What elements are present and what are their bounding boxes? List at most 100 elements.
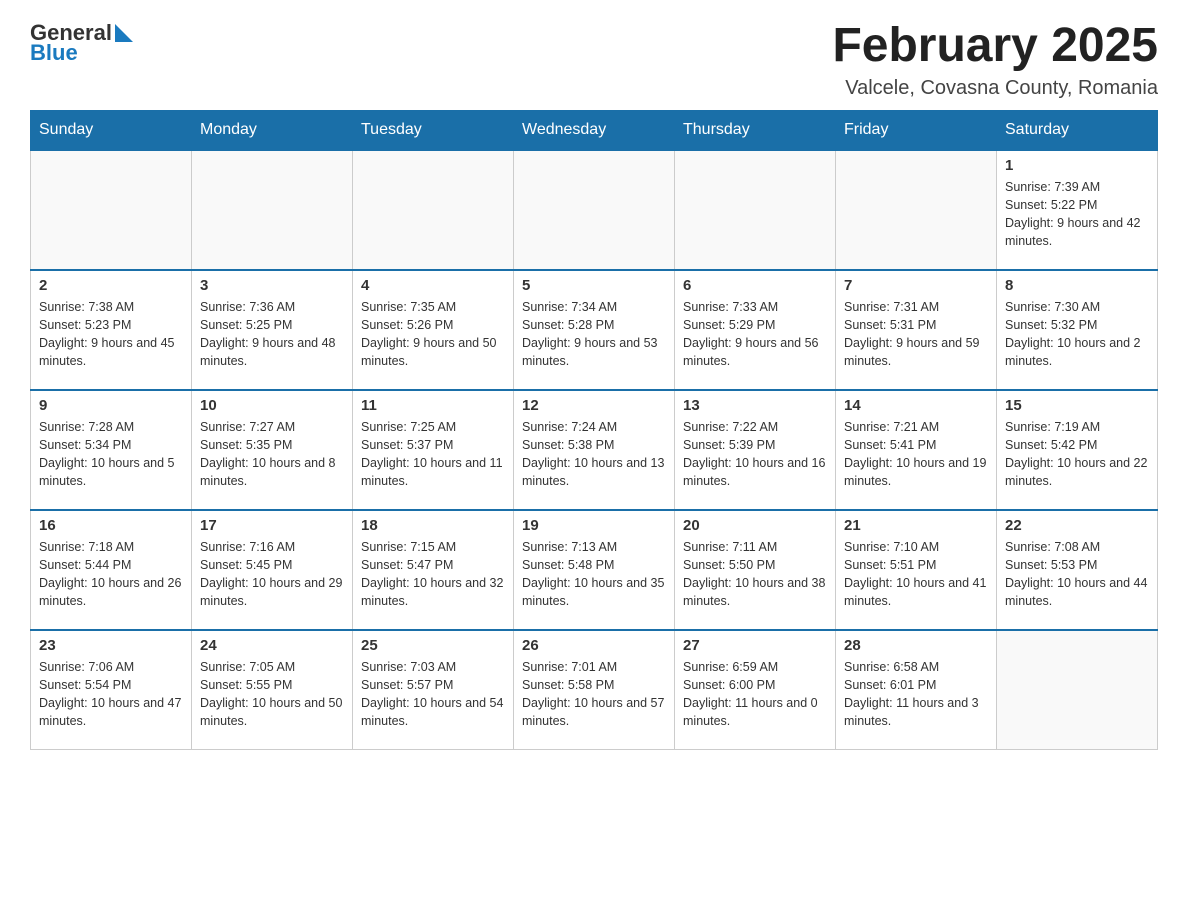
calendar-cell: 25Sunrise: 7:03 AM Sunset: 5:57 PM Dayli…	[353, 630, 514, 750]
day-number: 23	[39, 637, 183, 654]
calendar-cell: 28 Sunrise: 6:58 AM Sunset: 6:01 PM Dayli…	[836, 630, 997, 750]
day-number: 19	[522, 517, 666, 534]
calendar-cell: 19Sunrise: 7:13 AM Sunset: 5:48 PM Dayli…	[514, 510, 675, 630]
day-info: Sunrise: 7:01 AM Sunset: 5:58 PM Dayligh…	[522, 658, 666, 731]
day-info: Sunrise: 7:28 AM Sunset: 5:34 PM Dayligh…	[39, 418, 183, 491]
logo-blue-text: Blue	[30, 40, 78, 66]
day-number: 3	[200, 277, 344, 294]
calendar-cell: 24 Sunrise: 7:05 AM Sunset: 5:55 PM Dayli…	[192, 630, 353, 750]
calendar-cell: 26 Sunrise: 7:01 AM Sunset: 5:58 PM Dayli…	[514, 630, 675, 750]
day-number: 17	[200, 517, 344, 534]
day-of-week-header: Monday	[192, 110, 353, 150]
day-number: 26	[522, 637, 666, 654]
calendar-cell: 6 Sunrise: 7:33 AM Sunset: 5:29 PM Daylig…	[675, 270, 836, 390]
calendar-cell: 21 Sunrise: 7:10 AM Sunset: 5:51 PM Dayli…	[836, 510, 997, 630]
calendar-cell	[514, 150, 675, 270]
day-info: Sunrise: 7:25 AM Sunset: 5:37 PM Dayligh…	[361, 418, 505, 491]
day-info: Sunrise: 7:05 AM Sunset: 5:55 PM Dayligh…	[200, 658, 344, 731]
day-info: Sunrise: 7:33 AM Sunset: 5:29 PM Dayligh…	[683, 298, 827, 371]
calendar-cell: 1 Sunrise: 7:39 AM Sunset: 5:22 PM Daylig…	[997, 150, 1158, 270]
day-info: Sunrise: 7:06 AM Sunset: 5:54 PM Dayligh…	[39, 658, 183, 731]
day-number: 27	[683, 637, 827, 654]
day-info: Sunrise: 7:30 AM Sunset: 5:32 PM Dayligh…	[1005, 298, 1149, 371]
day-number: 16	[39, 517, 183, 534]
day-number: 15	[1005, 397, 1149, 414]
calendar-cell	[997, 630, 1158, 750]
calendar-week-row: 16 Sunrise: 7:18 AM Sunset: 5:44 PM Dayli…	[31, 510, 1158, 630]
day-number: 4	[361, 277, 505, 294]
calendar-week-row: 1 Sunrise: 7:39 AM Sunset: 5:22 PM Daylig…	[31, 150, 1158, 270]
calendar-cell: 12 Sunrise: 7:24 AM Sunset: 5:38 PM Dayli…	[514, 390, 675, 510]
calendar-week-row: 9Sunrise: 7:28 AM Sunset: 5:34 PM Daylig…	[31, 390, 1158, 510]
calendar-title: February 2025	[832, 20, 1158, 73]
day-info: Sunrise: 6:59 AM Sunset: 6:00 PM Dayligh…	[683, 658, 827, 731]
calendar-cell: 5Sunrise: 7:34 AM Sunset: 5:28 PM Daylig…	[514, 270, 675, 390]
calendar-cell: 13 Sunrise: 7:22 AM Sunset: 5:39 PM Dayli…	[675, 390, 836, 510]
calendar-cell: 3 Sunrise: 7:36 AM Sunset: 5:25 PM Daylig…	[192, 270, 353, 390]
page-header: General Blue February 2025 Valcele, Cova…	[30, 20, 1158, 100]
day-info: Sunrise: 7:39 AM Sunset: 5:22 PM Dayligh…	[1005, 178, 1149, 251]
day-number: 7	[844, 277, 988, 294]
day-number: 14	[844, 397, 988, 414]
day-number: 25	[361, 637, 505, 654]
day-info: Sunrise: 7:38 AM Sunset: 5:23 PM Dayligh…	[39, 298, 183, 371]
calendar-header-row: SundayMondayTuesdayWednesdayThursdayFrid…	[31, 110, 1158, 150]
day-info: Sunrise: 7:19 AM Sunset: 5:42 PM Dayligh…	[1005, 418, 1149, 491]
day-info: Sunrise: 7:36 AM Sunset: 5:25 PM Dayligh…	[200, 298, 344, 371]
day-number: 12	[522, 397, 666, 414]
logo: General Blue	[30, 20, 133, 66]
calendar-cell: 27 Sunrise: 6:59 AM Sunset: 6:00 PM Dayli…	[675, 630, 836, 750]
day-info: Sunrise: 7:15 AM Sunset: 5:47 PM Dayligh…	[361, 538, 505, 611]
calendar-cell: 20 Sunrise: 7:11 AM Sunset: 5:50 PM Dayli…	[675, 510, 836, 630]
day-info: Sunrise: 7:24 AM Sunset: 5:38 PM Dayligh…	[522, 418, 666, 491]
calendar-cell: 8 Sunrise: 7:30 AM Sunset: 5:32 PM Daylig…	[997, 270, 1158, 390]
day-info: Sunrise: 7:35 AM Sunset: 5:26 PM Dayligh…	[361, 298, 505, 371]
day-number: 13	[683, 397, 827, 414]
day-number: 20	[683, 517, 827, 534]
calendar-cell: 22 Sunrise: 7:08 AM Sunset: 5:53 PM Dayli…	[997, 510, 1158, 630]
day-number: 21	[844, 517, 988, 534]
day-info: Sunrise: 7:27 AM Sunset: 5:35 PM Dayligh…	[200, 418, 344, 491]
day-number: 10	[200, 397, 344, 414]
calendar-cell: 10 Sunrise: 7:27 AM Sunset: 5:35 PM Dayli…	[192, 390, 353, 510]
day-info: Sunrise: 6:58 AM Sunset: 6:01 PM Dayligh…	[844, 658, 988, 731]
calendar-cell: 18 Sunrise: 7:15 AM Sunset: 5:47 PM Dayli…	[353, 510, 514, 630]
calendar-week-row: 2 Sunrise: 7:38 AM Sunset: 5:23 PM Daylig…	[31, 270, 1158, 390]
calendar-cell: 7 Sunrise: 7:31 AM Sunset: 5:31 PM Daylig…	[836, 270, 997, 390]
day-info: Sunrise: 7:22 AM Sunset: 5:39 PM Dayligh…	[683, 418, 827, 491]
calendar-cell	[675, 150, 836, 270]
calendar-cell: 23 Sunrise: 7:06 AM Sunset: 5:54 PM Dayli…	[31, 630, 192, 750]
day-number: 24	[200, 637, 344, 654]
day-info: Sunrise: 7:08 AM Sunset: 5:53 PM Dayligh…	[1005, 538, 1149, 611]
calendar-week-row: 23 Sunrise: 7:06 AM Sunset: 5:54 PM Dayli…	[31, 630, 1158, 750]
day-of-week-header: Saturday	[997, 110, 1158, 150]
day-of-week-header: Friday	[836, 110, 997, 150]
calendar-table: SundayMondayTuesdayWednesdayThursdayFrid…	[30, 110, 1158, 751]
calendar-cell: 4 Sunrise: 7:35 AM Sunset: 5:26 PM Daylig…	[353, 270, 514, 390]
calendar-subtitle: Valcele, Covasna County, Romania	[832, 77, 1158, 100]
day-info: Sunrise: 7:21 AM Sunset: 5:41 PM Dayligh…	[844, 418, 988, 491]
day-number: 6	[683, 277, 827, 294]
calendar-cell: 9Sunrise: 7:28 AM Sunset: 5:34 PM Daylig…	[31, 390, 192, 510]
calendar-cell: 11 Sunrise: 7:25 AM Sunset: 5:37 PM Dayli…	[353, 390, 514, 510]
calendar-cell	[31, 150, 192, 270]
day-info: Sunrise: 7:18 AM Sunset: 5:44 PM Dayligh…	[39, 538, 183, 611]
day-number: 8	[1005, 277, 1149, 294]
day-info: Sunrise: 7:10 AM Sunset: 5:51 PM Dayligh…	[844, 538, 988, 611]
day-number: 28	[844, 637, 988, 654]
calendar-cell: 17Sunrise: 7:16 AM Sunset: 5:45 PM Dayli…	[192, 510, 353, 630]
calendar-cell: 2 Sunrise: 7:38 AM Sunset: 5:23 PM Daylig…	[31, 270, 192, 390]
day-number: 18	[361, 517, 505, 534]
day-number: 1	[1005, 157, 1149, 174]
day-number: 2	[39, 277, 183, 294]
day-info: Sunrise: 7:11 AM Sunset: 5:50 PM Dayligh…	[683, 538, 827, 611]
calendar-cell	[353, 150, 514, 270]
day-of-week-header: Thursday	[675, 110, 836, 150]
title-section: February 2025 Valcele, Covasna County, R…	[832, 20, 1158, 100]
logo-triangle-icon	[115, 24, 133, 42]
day-number: 22	[1005, 517, 1149, 534]
calendar-cell	[192, 150, 353, 270]
day-number: 11	[361, 397, 505, 414]
day-of-week-header: Wednesday	[514, 110, 675, 150]
day-info: Sunrise: 7:31 AM Sunset: 5:31 PM Dayligh…	[844, 298, 988, 371]
